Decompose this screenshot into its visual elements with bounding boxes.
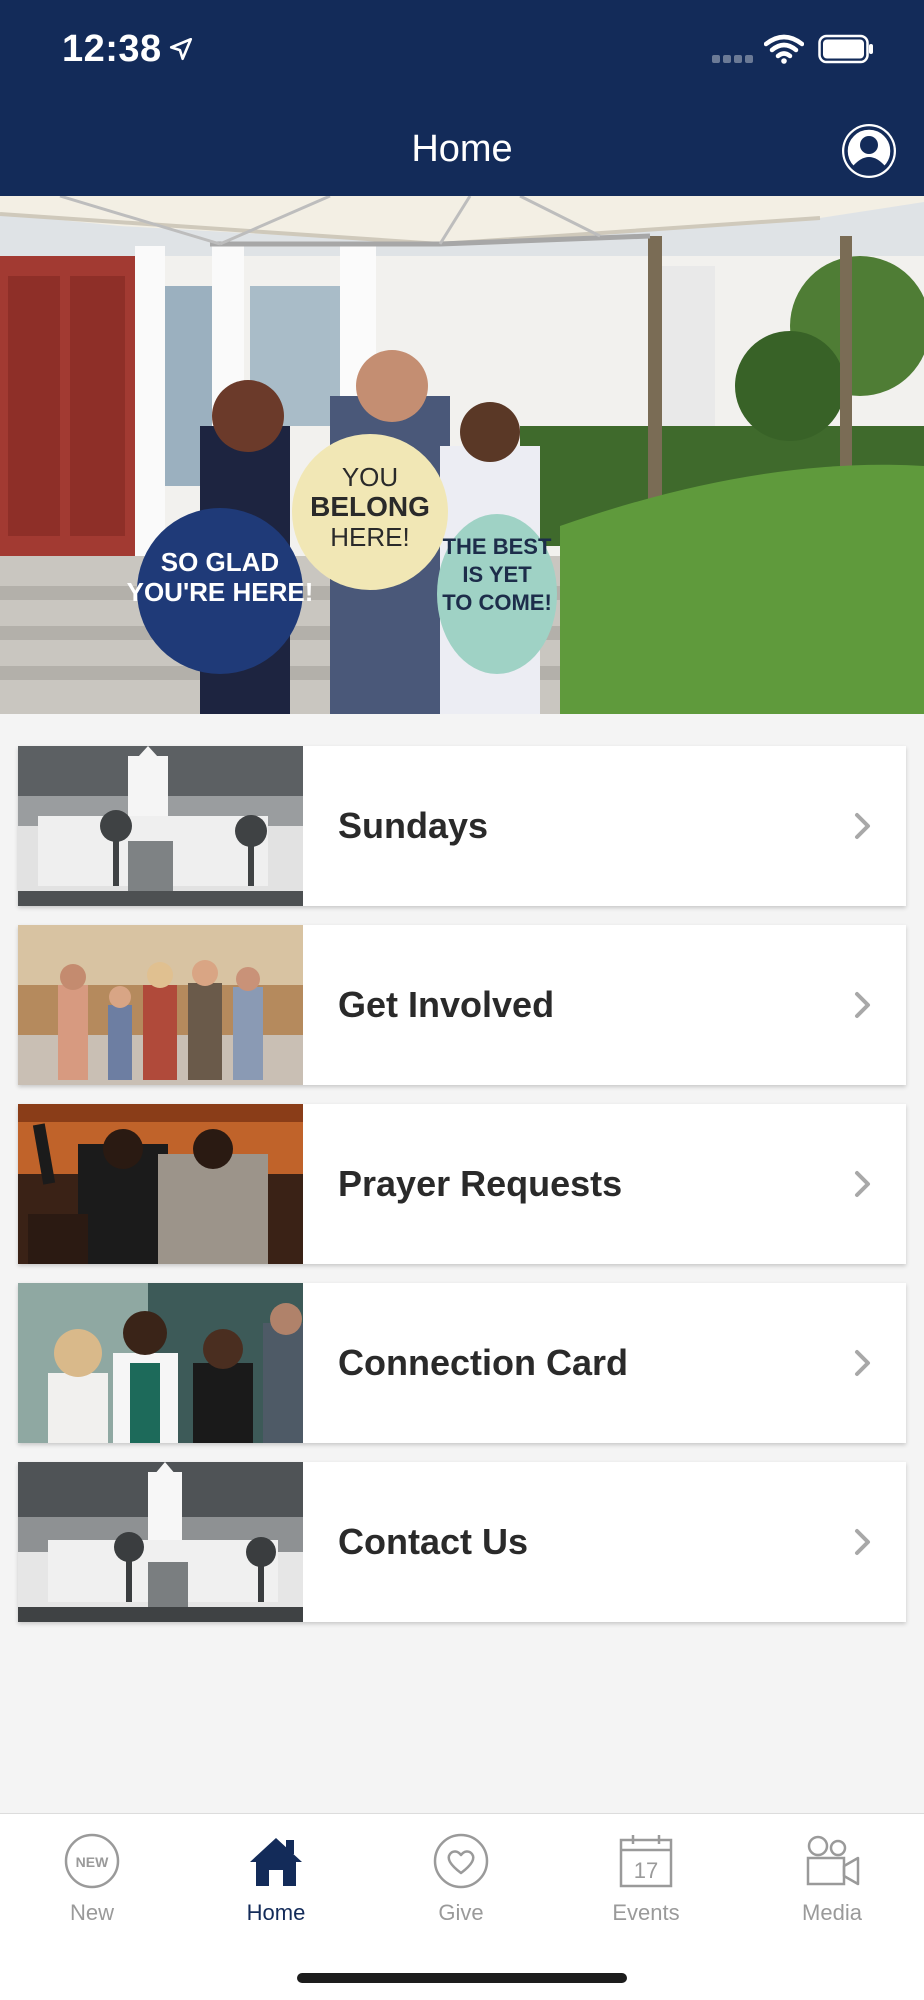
new-badge-icon: NEW (64, 1833, 120, 1889)
home-indicator[interactable] (297, 1973, 627, 1983)
heart-circle-icon (433, 1833, 489, 1889)
page-title: Home (411, 128, 513, 170)
calendar-icon: 17 (619, 1835, 673, 1888)
hero-sign-1-line-2: YOU'RE HERE! (127, 577, 314, 607)
video-camera-icon (806, 1835, 860, 1886)
tab-home[interactable]: Home (184, 1832, 368, 1942)
church-building-thumbnail (18, 1462, 303, 1622)
chevron-right-icon (855, 992, 870, 1018)
hero-sign-3-line-3: TO COME! (442, 590, 552, 615)
tab-media[interactable]: Media (740, 1832, 924, 1942)
tab-label: New (69, 1900, 114, 1925)
hero-sign-3-line-2: IS YET (462, 562, 532, 587)
hero-sign-2-line-2: BELONG (310, 491, 430, 522)
tab-give[interactable]: Give (369, 1832, 553, 1942)
tab-label: Give (438, 1900, 484, 1925)
tab-events[interactable]: 17 Events (554, 1832, 738, 1942)
hero-photo: SO GLAD YOU'RE HERE! YOU BELONG HERE! TH… (0, 196, 924, 714)
worship-prayer-thumbnail (18, 1104, 303, 1264)
group-conversation-thumbnail (18, 1283, 303, 1443)
hero-sign-3-line-1: THE BEST (443, 534, 552, 559)
cellular-signal-icon (712, 55, 753, 63)
tab-label: Home (246, 1900, 306, 1925)
hero-sign-2-line-3: HERE! (330, 522, 409, 552)
wifi-icon (764, 34, 804, 64)
chevron-right-icon (855, 1529, 870, 1555)
menu-item-prayer-requests[interactable]: Prayer Requests (18, 1104, 906, 1264)
menu-item-sundays[interactable]: Sundays (18, 746, 906, 906)
user-avatar-icon (844, 126, 894, 176)
tab-new[interactable]: NEW New (0, 1832, 184, 1942)
church-building-thumbnail (18, 746, 303, 906)
hero-banner-image: SO GLAD YOU'RE HERE! YOU BELONG HERE! TH… (0, 196, 924, 714)
new-badge-text: NEW (76, 1854, 109, 1870)
menu-item-connection-card[interactable]: Connection Card (18, 1283, 906, 1443)
chevron-right-icon (855, 813, 870, 839)
status-time: 12:38 (62, 28, 162, 70)
house-icon (250, 1838, 302, 1886)
bottom-tab-bar: NEW New Home Give 17 Events Media (0, 1813, 924, 2000)
menu-item-contact-us[interactable]: Contact Us (18, 1462, 906, 1622)
hero-sign-1-line-1: SO GLAD (161, 547, 279, 577)
chevron-right-icon (855, 1350, 870, 1376)
menu-item-label: Get Involved (338, 984, 555, 1025)
chevron-right-icon (855, 1171, 870, 1197)
menu-item-label: Connection Card (338, 1342, 629, 1383)
hero-sign-2-line-1: YOU (342, 462, 398, 492)
tab-label: Events (612, 1900, 680, 1925)
location-arrow-icon (169, 37, 193, 61)
lobby-people-thumbnail (18, 925, 303, 1085)
battery-icon (818, 34, 873, 64)
menu-item-get-involved[interactable]: Get Involved (18, 925, 906, 1085)
menu-item-label: Contact Us (338, 1521, 529, 1562)
menu-list: Sundays Get Involved Prayer Requests Con… (18, 746, 906, 1641)
top-bar: 12:38 Home (0, 0, 924, 196)
menu-item-label: Sundays (338, 805, 489, 846)
tab-label: Media (802, 1900, 862, 1925)
menu-item-label: Prayer Requests (338, 1163, 623, 1204)
calendar-day-text: 17 (634, 1858, 658, 1883)
profile-button[interactable] (842, 124, 896, 178)
